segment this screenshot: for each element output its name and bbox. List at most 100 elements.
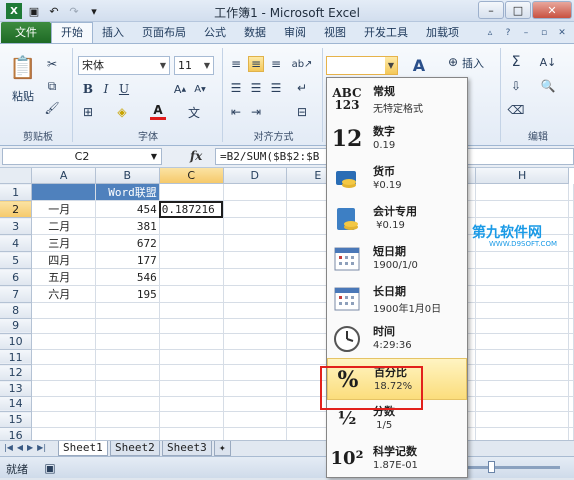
- cell-empty[interactable]: [223, 217, 287, 236]
- sheet-tab-3[interactable]: Sheet3: [162, 441, 212, 456]
- cell-a1[interactable]: [31, 183, 96, 202]
- align-left-icon[interactable]: ☰: [228, 80, 244, 96]
- cell-empty[interactable]: [568, 183, 574, 202]
- cell-empty[interactable]: [475, 349, 569, 366]
- row-header[interactable]: 11: [0, 349, 33, 366]
- cell-empty[interactable]: [568, 318, 574, 335]
- cell-empty[interactable]: [568, 268, 574, 287]
- window-minimize-icon[interactable]: –: [519, 26, 533, 40]
- insert-cells-icon[interactable]: ⊕: [445, 54, 461, 70]
- cell-empty[interactable]: [568, 200, 574, 219]
- number-format-option[interactable]: 长日期 1900年1月0日: [327, 278, 467, 320]
- cell-empty[interactable]: [223, 318, 287, 335]
- macro-record-icon[interactable]: ▣: [42, 460, 58, 476]
- cell-a16[interactable]: [31, 427, 96, 440]
- cell-b6[interactable]: 546: [95, 268, 160, 287]
- number-format-option[interactable]: 时间 4:29:36: [327, 318, 467, 360]
- number-format-combo[interactable]: ▼: [326, 56, 398, 75]
- cell-empty[interactable]: [223, 200, 287, 219]
- cell-a6[interactable]: 五月: [31, 268, 96, 287]
- row-header[interactable]: 3: [0, 217, 33, 236]
- insert-cells-label[interactable]: 插入: [462, 55, 484, 71]
- number-format-option[interactable]: 货币 ¥0.19: [327, 158, 467, 200]
- row-header[interactable]: 10: [0, 333, 33, 350]
- last-sheet-icon[interactable]: ▶|: [37, 443, 46, 452]
- cell-c11[interactable]: [159, 349, 224, 366]
- cell-empty[interactable]: [568, 380, 574, 397]
- font-color-icon[interactable]: A: [150, 102, 166, 120]
- cell-a5[interactable]: 四月: [31, 251, 96, 270]
- cell-empty[interactable]: [223, 234, 287, 253]
- cell-empty[interactable]: [475, 285, 569, 304]
- column-header-c[interactable]: C: [159, 168, 224, 185]
- align-right-icon[interactable]: ☰: [268, 80, 284, 96]
- copy-icon[interactable]: ⧉: [44, 78, 60, 94]
- row-header[interactable]: 15: [0, 411, 33, 428]
- cell-empty[interactable]: [475, 251, 569, 270]
- align-center-icon[interactable]: ☰: [248, 80, 264, 96]
- wrap-text-icon[interactable]: ↵: [294, 80, 310, 96]
- row-header[interactable]: 14: [0, 396, 33, 413]
- fill-color-icon[interactable]: ◈: [114, 104, 130, 120]
- cell-empty[interactable]: [568, 364, 574, 382]
- cell-empty[interactable]: [475, 411, 569, 428]
- column-header-a[interactable]: A: [31, 168, 96, 185]
- row-header[interactable]: 9: [0, 318, 33, 335]
- row-header[interactable]: 1: [0, 183, 33, 202]
- align-bottom-icon[interactable]: ≡: [268, 56, 284, 72]
- cell-c4[interactable]: [159, 234, 224, 253]
- cell-c6[interactable]: [159, 268, 224, 287]
- cell-a12[interactable]: [31, 364, 96, 382]
- help-icon[interactable]: ?: [501, 26, 515, 40]
- tab-review[interactable]: 审阅: [275, 23, 315, 43]
- cell-empty[interactable]: [568, 349, 574, 366]
- font-name-combo[interactable]: 宋体 ▼: [78, 56, 170, 75]
- cell-a7[interactable]: 六月: [31, 285, 96, 304]
- column-header-h[interactable]: H: [475, 168, 569, 185]
- sort-filter-icon[interactable]: A↓: [540, 54, 557, 70]
- minimize-button[interactable]: –: [478, 1, 504, 19]
- row-header[interactable]: 6: [0, 268, 33, 287]
- tab-formulas[interactable]: 公式: [195, 23, 235, 43]
- zoom-thumb[interactable]: [488, 461, 495, 473]
- cell-a15[interactable]: [31, 411, 96, 428]
- cell-b15[interactable]: [95, 411, 160, 428]
- number-format-option[interactable]: 会计专用 ¥0.19: [327, 198, 467, 240]
- font-size-combo[interactable]: 11 ▼: [174, 56, 214, 75]
- cell-b11[interactable]: [95, 349, 160, 366]
- tab-home[interactable]: 开始: [51, 22, 93, 43]
- cell-b13[interactable]: [95, 380, 160, 397]
- autosum-icon[interactable]: Σ: [508, 54, 524, 70]
- cell-c7[interactable]: [159, 285, 224, 304]
- cell-empty[interactable]: [223, 411, 287, 428]
- cell-a14[interactable]: [31, 396, 96, 413]
- cell-a3[interactable]: 二月: [31, 217, 96, 236]
- column-header-b[interactable]: B: [95, 168, 160, 185]
- row-header[interactable]: 7: [0, 285, 33, 304]
- window-restore-icon[interactable]: ▫: [537, 26, 551, 40]
- cell-empty[interactable]: [223, 251, 287, 270]
- cell-b12[interactable]: [95, 364, 160, 382]
- tab-addins[interactable]: 加载项: [417, 23, 468, 43]
- cell-empty[interactable]: [223, 302, 287, 319]
- styles-icon[interactable]: A: [408, 54, 430, 76]
- row-header[interactable]: 4: [0, 234, 33, 253]
- row-header[interactable]: 13: [0, 380, 33, 397]
- cell-empty[interactable]: [475, 183, 569, 202]
- cell-b9[interactable]: [95, 318, 160, 335]
- sheet-tab-2[interactable]: Sheet2: [110, 441, 160, 456]
- cell-empty[interactable]: [475, 200, 569, 219]
- cell-a9[interactable]: [31, 318, 96, 335]
- cell-b3[interactable]: 381: [95, 217, 160, 236]
- row-header[interactable]: 2: [0, 200, 33, 219]
- cell-b10[interactable]: [95, 333, 160, 350]
- decrease-indent-icon[interactable]: ⇤: [228, 104, 244, 120]
- maximize-button[interactable]: □: [505, 1, 531, 19]
- italic-icon[interactable]: I: [98, 81, 114, 97]
- cell-empty[interactable]: [568, 251, 574, 270]
- cell-empty[interactable]: [568, 302, 574, 319]
- cell-b7[interactable]: 195: [95, 285, 160, 304]
- align-top-icon[interactable]: ≡: [228, 56, 244, 72]
- cell-empty[interactable]: [223, 333, 287, 350]
- cell-b1[interactable]: Word联盟: [95, 183, 160, 202]
